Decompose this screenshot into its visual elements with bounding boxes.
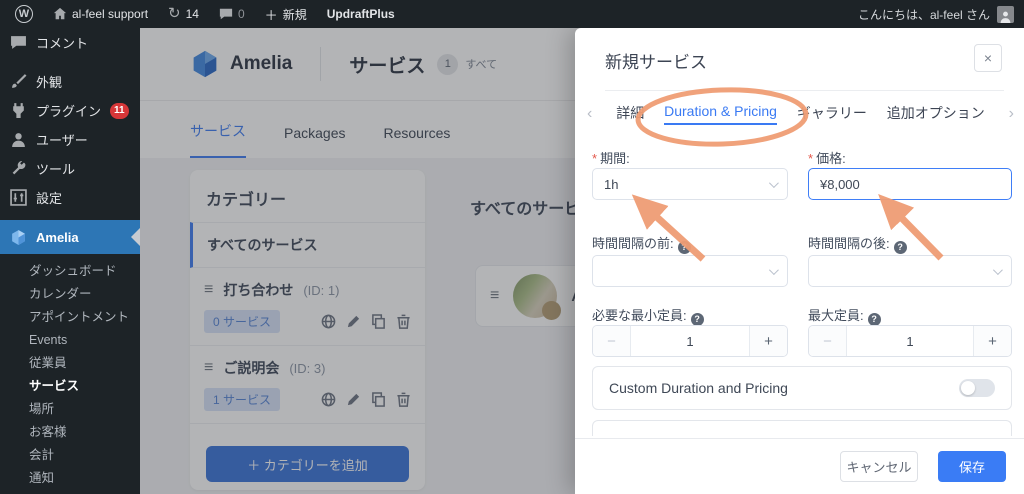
sidebar-item-appearance[interactable]: 外観: [0, 67, 140, 96]
plugin-icon: [13, 103, 24, 118]
submenu-employees[interactable]: 従業員: [0, 352, 140, 375]
sidebar-item-plugins[interactable]: プラグイン 11: [0, 96, 140, 125]
submenu-customers[interactable]: お客様: [0, 421, 140, 444]
next-section-box: [592, 420, 1012, 436]
modal-tab-gallery[interactable]: ギャラリー: [797, 103, 867, 125]
tabs-scroll-left-icon[interactable]: ‹: [583, 105, 596, 123]
updates-icon: ↻: [168, 5, 181, 22]
amelia-submenu: ダッシュボード カレンダー アポイントメント Events 従業員 サービス 場…: [0, 254, 140, 494]
submenu-appointments[interactable]: アポイントメント: [0, 306, 140, 329]
help-icon[interactable]: ?: [690, 312, 704, 326]
new-content-menu[interactable]: ＋ 新規: [258, 0, 314, 28]
modal-tab-duration-pricing[interactable]: Duration & Pricing: [664, 103, 777, 125]
greeting-text[interactable]: こんにちは、al-feel さん: [858, 6, 990, 23]
submenu-notifications[interactable]: 通知: [0, 467, 140, 490]
admin-bar: W al-feel support ↻ 14 0 ＋ 新規 UpdraftPlu…: [0, 0, 1024, 28]
modal-tab-details[interactable]: 詳細: [616, 103, 644, 125]
modal-tabbar: ‹ 詳細 Duration & Pricing ギャラリー 追加オプション ›: [583, 98, 1018, 130]
sidebar-item-tools[interactable]: ツール: [0, 154, 140, 183]
chevron-down-icon: [768, 177, 779, 188]
custom-duration-pricing-row: Custom Duration and Pricing: [592, 366, 1012, 410]
updraft-label: UpdraftPlus: [326, 7, 395, 21]
sidebar-item-settings[interactable]: 設定: [0, 183, 140, 212]
new-label: 新規: [282, 7, 307, 22]
required-mark: *: [592, 151, 598, 166]
chevron-down-icon: [992, 264, 1003, 275]
buffer-after-select[interactable]: [808, 255, 1012, 287]
settings-icon: [10, 189, 27, 206]
chevron-down-icon: [768, 264, 779, 275]
modal-tab-extras[interactable]: 追加オプション: [887, 103, 985, 125]
plugin-update-badge: 11: [110, 102, 129, 119]
price-label: * 価格:: [808, 151, 846, 166]
tabs-scroll-right-icon[interactable]: ›: [1005, 105, 1018, 123]
custom-duration-label: Custom Duration and Pricing: [609, 380, 788, 396]
submenu-calendar[interactable]: カレンダー: [0, 283, 140, 306]
site-menu[interactable]: al-feel support: [46, 0, 155, 28]
updates-menu[interactable]: ↻ 14: [161, 0, 206, 28]
save-button[interactable]: 保存: [938, 451, 1006, 482]
wrench-icon: [12, 161, 26, 175]
close-icon: ×: [983, 50, 993, 66]
submenu-locations[interactable]: 場所: [0, 398, 140, 421]
sidebar-item-users[interactable]: ユーザー: [0, 125, 140, 154]
max-capacity-label: 最大定員:?: [808, 305, 881, 326]
min-capacity-value[interactable]: 1: [631, 326, 749, 356]
buffer-after-label: 時間間隔の後:?: [808, 233, 907, 254]
help-icon[interactable]: ?: [893, 240, 907, 254]
min-capacity-label: 必要な最小定員:?: [592, 305, 704, 326]
sidebar-item-amelia[interactable]: Amelia: [0, 220, 140, 254]
new-service-modal: 新規サービス × ‹ 詳細 Duration & Pricing ギャラリー 追…: [575, 28, 1024, 494]
modal-title: 新規サービス: [605, 53, 707, 72]
admin-sidebar: コメント 外観 プラグイン 11 ユーザー ツール 設定 Amelia ダッシュ…: [0, 28, 140, 494]
site-name: al-feel support: [72, 7, 149, 21]
active-menu-arrow: [131, 228, 140, 246]
buffer-before-label: 時間間隔の前:?: [592, 233, 691, 254]
price-input[interactable]: ¥8,000: [808, 168, 1012, 200]
min-capacity-stepper: − 1 +: [592, 325, 788, 357]
submenu-dashboard[interactable]: ダッシュボード: [0, 260, 140, 283]
sidebar-separator: [0, 57, 140, 67]
home-icon: [53, 7, 67, 20]
person-icon: [1000, 11, 1011, 23]
submenu-customize[interactable]: カスタマイズ: [0, 490, 140, 494]
updraftplus-menu[interactable]: UpdraftPlus: [320, 0, 402, 28]
stepper-decrement-button[interactable]: −: [593, 326, 631, 356]
comment-icon: [219, 8, 233, 20]
max-capacity-value[interactable]: 1: [847, 326, 973, 356]
modal-header-divider: [605, 90, 1004, 91]
stepper-decrement-button[interactable]: −: [809, 326, 847, 356]
comments-menu[interactable]: 0: [212, 0, 252, 28]
modal-close-button[interactable]: ×: [974, 44, 1002, 72]
modal-footer: キャンセル 保存: [575, 438, 1024, 494]
comments-count: 0: [237, 7, 245, 21]
duration-select[interactable]: 1h: [592, 168, 788, 200]
cancel-button[interactable]: キャンセル: [840, 451, 918, 482]
amelia-icon: [12, 229, 25, 245]
stepper-increment-button[interactable]: +: [973, 326, 1011, 356]
comment-icon: [11, 36, 26, 49]
toggle-knob: [961, 381, 975, 395]
user-avatar[interactable]: [997, 5, 1014, 23]
help-icon[interactable]: ?: [677, 240, 691, 254]
sidebar-item-comments[interactable]: コメント: [0, 28, 140, 57]
stepper-increment-button[interactable]: +: [749, 326, 787, 356]
brush-icon: [12, 74, 27, 88]
max-capacity-stepper: − 1 +: [808, 325, 1012, 357]
plus-icon: ＋: [264, 7, 278, 23]
updates-count: 14: [185, 7, 199, 21]
help-icon[interactable]: ?: [867, 312, 881, 326]
duration-label: * 期間:: [592, 151, 630, 166]
custom-duration-toggle[interactable]: [959, 379, 995, 397]
submenu-events[interactable]: Events: [0, 329, 140, 352]
submenu-services[interactable]: サービス: [0, 375, 140, 398]
required-mark: *: [808, 151, 814, 166]
buffer-before-select[interactable]: [592, 255, 788, 287]
user-icon: [12, 133, 25, 147]
wordpress-logo-icon[interactable]: W: [8, 0, 40, 28]
submenu-finance[interactable]: 会計: [0, 444, 140, 467]
